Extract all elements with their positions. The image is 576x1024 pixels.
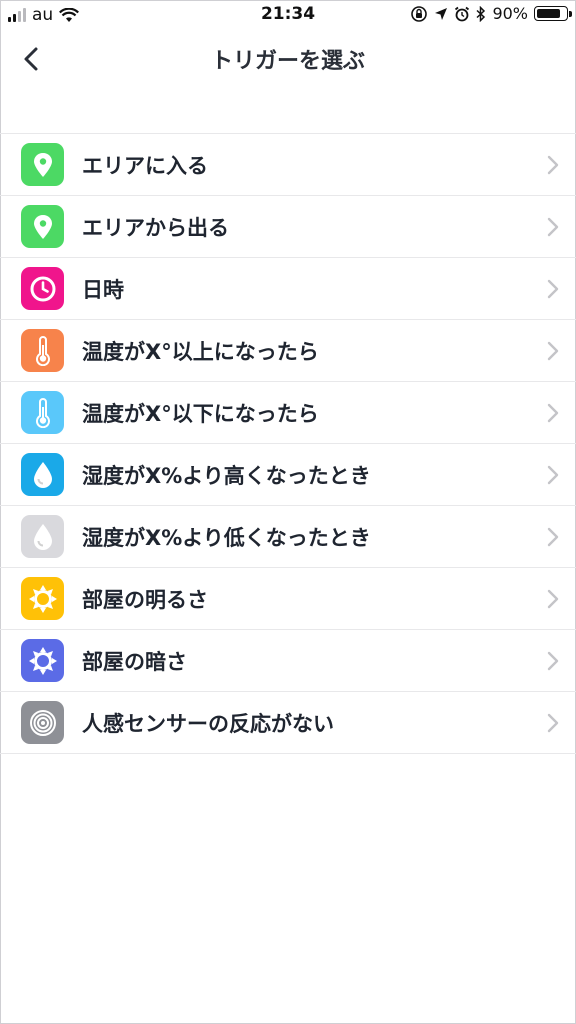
trigger-label: 湿度がX%より高くなったとき <box>82 464 371 488</box>
trigger-label: 温度がX°以上になったら <box>82 340 319 364</box>
page-title: トリガーを選ぶ <box>210 49 365 74</box>
water-drop-icon <box>21 515 64 558</box>
trigger-item[interactable]: 部屋の暗さ <box>0 630 576 692</box>
orientation-lock-icon <box>411 5 428 22</box>
chevron-right-icon <box>547 651 559 671</box>
trigger-label: 日時 <box>82 278 124 302</box>
trigger-item[interactable]: 部屋の明るさ <box>0 568 576 630</box>
status-bar: au 21:34 90% <box>0 0 576 30</box>
trigger-label: 温度がX°以下になったら <box>82 402 319 426</box>
chevron-right-icon <box>547 465 559 485</box>
trigger-label: エリアに入る <box>82 154 208 178</box>
trigger-item[interactable]: 人感センサーの反応がない <box>0 692 576 754</box>
navigation-bar: トリガーを選ぶ <box>0 30 576 86</box>
trigger-item[interactable]: 温度がX°以上になったら <box>0 320 576 382</box>
alarm-icon <box>455 6 470 21</box>
water-drop-icon <box>21 453 64 496</box>
trigger-label: 部屋の明るさ <box>82 588 208 612</box>
clock-icon <box>21 267 64 310</box>
location-arrow-icon <box>435 7 448 20</box>
trigger-item[interactable]: エリアから出る <box>0 196 576 258</box>
trigger-item[interactable]: 湿度がX%より高くなったとき <box>0 444 576 506</box>
battery-percent: 90% <box>492 4 528 23</box>
motion-sensor-icon <box>21 701 64 744</box>
trigger-label: 部屋の暗さ <box>82 650 187 674</box>
trigger-item[interactable]: 温度がX°以下になったら <box>0 382 576 444</box>
chevron-right-icon <box>547 589 559 609</box>
bluetooth-icon <box>476 5 486 22</box>
sun-icon <box>21 577 64 620</box>
trigger-item[interactable]: エリアに入る <box>0 134 576 196</box>
trigger-item[interactable]: 日時 <box>0 258 576 320</box>
battery-icon <box>534 6 572 21</box>
location-pin-icon <box>21 205 64 248</box>
chevron-right-icon <box>547 217 559 237</box>
sun-icon <box>21 639 64 682</box>
thermometer-icon <box>21 329 64 372</box>
battery-level <box>537 9 561 18</box>
chevron-right-icon <box>547 155 559 175</box>
status-right: 90% <box>410 4 572 23</box>
trigger-label: 人感センサーの反応がない <box>82 712 334 736</box>
trigger-item[interactable]: 湿度がX%より低くなったとき <box>0 506 576 568</box>
location-pin-icon <box>21 143 64 186</box>
chevron-right-icon <box>547 713 559 733</box>
chevron-right-icon <box>547 403 559 423</box>
trigger-label: エリアから出る <box>82 216 229 240</box>
chevron-right-icon <box>547 279 559 299</box>
thermometer-icon <box>21 391 64 434</box>
trigger-list: エリアに入る エリアから出る 日時温度がX°以上になったら 温度がX°以下になったら湿… <box>0 133 576 754</box>
chevron-right-icon <box>547 341 559 361</box>
trigger-label: 湿度がX%より低くなったとき <box>82 526 371 550</box>
chevron-right-icon <box>547 527 559 547</box>
